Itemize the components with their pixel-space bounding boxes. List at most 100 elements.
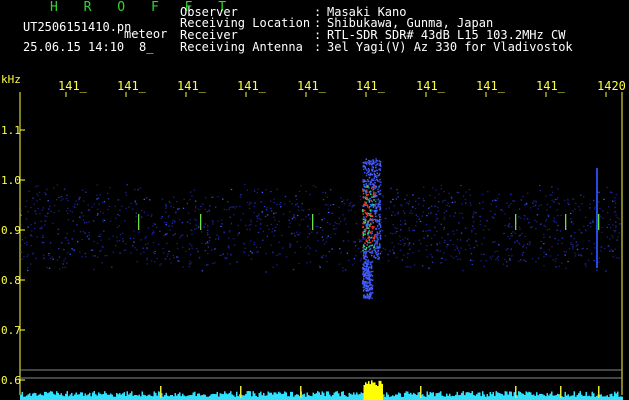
- level-bar: [492, 392, 494, 400]
- noise-pixel: [446, 204, 448, 206]
- echo-pixel: [379, 178, 381, 181]
- noise-pixel: [305, 247, 307, 249]
- noise-pixel: [341, 201, 343, 203]
- noise-pixel: [190, 191, 192, 193]
- level-bar: [528, 391, 530, 400]
- noise-pixel: [207, 242, 209, 244]
- noise-pixel: [421, 265, 424, 267]
- noise-pixel: [296, 198, 298, 200]
- noise-pixel: [48, 267, 51, 269]
- noise-pixel: [427, 235, 429, 237]
- level-bar: [104, 391, 106, 400]
- noise-pixel: [607, 245, 609, 247]
- echo-pixel: [366, 191, 368, 193]
- noise-pixel: [48, 252, 50, 255]
- level-bar: [281, 394, 283, 400]
- level-bar: [447, 395, 449, 400]
- noise-pixel: [237, 224, 239, 226]
- level-bar: [537, 395, 539, 400]
- echo-pixel: [362, 231, 364, 233]
- noise-pixel: [196, 248, 198, 250]
- noise-pixel: [197, 251, 199, 253]
- echo-pixel: [374, 211, 376, 214]
- noise-pixel: [408, 229, 410, 231]
- echo-pixel: [376, 245, 378, 248]
- noise-pixel: [460, 184, 462, 187]
- noise-pixel: [207, 264, 209, 266]
- noise-pixel: [343, 203, 346, 205]
- noise-pixel: [205, 264, 208, 266]
- noise-pixel: [521, 254, 524, 256]
- level-bar: [273, 392, 275, 400]
- noise-pixel: [176, 247, 179, 250]
- level-bar: [549, 393, 551, 400]
- level-bar: [260, 391, 262, 400]
- noise-pixel: [470, 253, 473, 255]
- noise-pixel: [182, 266, 184, 268]
- noise-pixel: [326, 261, 328, 263]
- noise-pixel: [392, 198, 394, 200]
- level-bar: [621, 396, 623, 400]
- noise-pixel: [360, 251, 362, 253]
- noise-pixel: [141, 209, 143, 211]
- noise-pixel: [614, 197, 616, 199]
- echo-pixel: [362, 196, 364, 198]
- echo-pixel: [375, 166, 377, 169]
- noise-pixel: [20, 214, 22, 216]
- level-bar: [251, 396, 253, 400]
- noise-pixel: [266, 207, 268, 209]
- noise-pixel: [212, 221, 214, 223]
- noise-pixel: [604, 248, 606, 250]
- noise-pixel: [101, 202, 104, 204]
- noise-pixel: [563, 199, 566, 201]
- level-bar: [60, 393, 62, 400]
- noise-pixel: [49, 205, 51, 207]
- level-bar: [174, 393, 176, 400]
- noise-pixel: [567, 199, 569, 201]
- level-bar: [495, 391, 497, 400]
- noise-pixel: [173, 196, 175, 198]
- level-bar: [488, 396, 490, 400]
- noise-pixel: [229, 253, 232, 255]
- noise-pixel: [298, 209, 300, 211]
- echo-pixel: [368, 296, 371, 298]
- echo-pixel: [369, 183, 371, 186]
- echo-pixel: [369, 225, 371, 227]
- noise-pixel: [479, 220, 482, 222]
- noise-pixel: [207, 253, 209, 255]
- echo-pixel: [371, 275, 374, 277]
- noise-pixel: [507, 235, 509, 238]
- noise-pixel: [580, 254, 582, 256]
- noise-pixel: [41, 226, 43, 228]
- noise-pixel: [195, 224, 197, 226]
- noise-pixel: [272, 228, 274, 230]
- noise-pixel: [224, 257, 226, 259]
- noise-pixel: [610, 249, 613, 251]
- noise-pixel: [524, 204, 526, 206]
- level-bar: [296, 394, 298, 400]
- level-bar: [71, 392, 73, 400]
- noise-pixel: [32, 253, 34, 255]
- level-bar: [285, 392, 287, 400]
- echo-pixel: [362, 189, 364, 192]
- noise-pixel: [329, 204, 332, 206]
- noise-pixel: [190, 229, 192, 231]
- echo-pixel: [364, 166, 366, 168]
- noise-pixel: [239, 205, 241, 208]
- noise-pixel: [453, 215, 455, 217]
- noise-pixel: [296, 203, 298, 205]
- noise-pixel: [447, 244, 449, 246]
- echo-pixel: [372, 227, 374, 230]
- echo-pixel: [374, 243, 376, 246]
- level-bar: [558, 394, 560, 400]
- noise-pixel: [21, 239, 24, 241]
- level-bar: [474, 395, 476, 400]
- noise-pixel: [177, 260, 179, 262]
- noise-pixel: [431, 205, 433, 207]
- noise-pixel: [99, 194, 102, 196]
- noise-pixel: [608, 206, 610, 208]
- level-bar: [395, 394, 397, 400]
- noise-pixel: [459, 239, 462, 241]
- noise-pixel: [585, 216, 587, 218]
- noise-pixel: [551, 186, 553, 188]
